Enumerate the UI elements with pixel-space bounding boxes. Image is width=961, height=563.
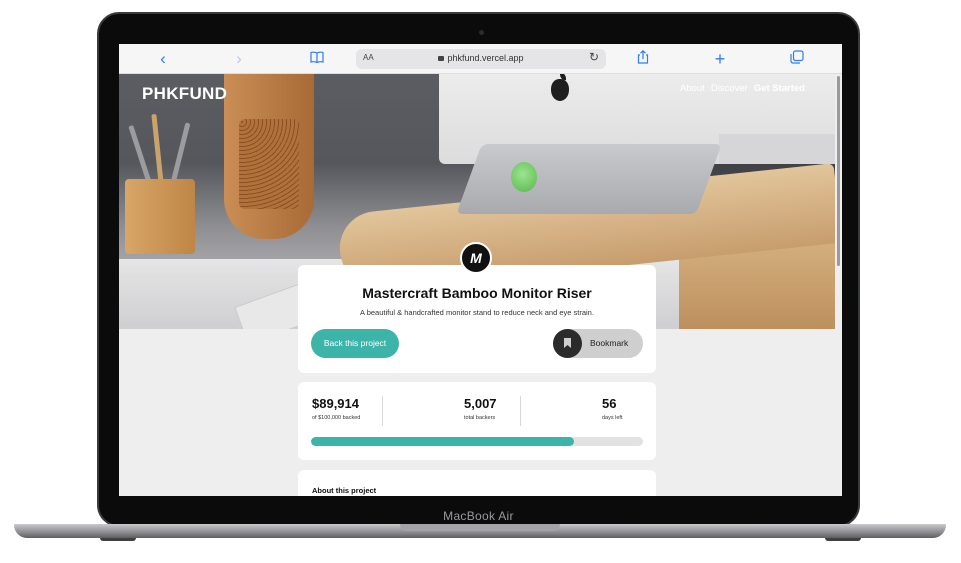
back-project-button[interactable]: Back this project [311,329,399,358]
page-scrollbar[interactable] [837,76,840,266]
reload-icon[interactable]: ↻ [589,50,599,64]
stat-backers-label: total backers [464,415,496,421]
bookmark-button[interactable]: Bookmark [553,329,643,358]
device-model-label: MacBook Air [443,509,514,523]
book-icon[interactable] [307,49,327,69]
stat-days-label: days left [602,415,623,421]
hero-pencil-cup [125,179,195,254]
main-nav: About Discover Get Started [680,83,805,94]
camera-icon [479,30,484,35]
laptop-notch [400,524,560,531]
new-tab-icon[interactable]: + [710,49,730,69]
apple-logo-icon [551,79,569,101]
project-logo: M [460,242,492,274]
hero-speaker-mesh [239,119,299,209]
laptop-lid: ‹ › AA phkfund.vercel.app ↻ + PHKFUND Ab… [97,12,860,527]
project-card: Mastercraft Bamboo Monitor Riser A beaut… [298,265,656,373]
project-description: A beautiful & handcrafted monitor stand … [360,308,594,317]
address-bar[interactable]: AA phkfund.vercel.app ↻ [356,49,606,69]
stat-backed: $89,914 of $100,000 backed [312,396,360,421]
share-icon[interactable] [633,49,653,69]
nav-about[interactable]: About [680,83,705,94]
stage: ‹ › AA phkfund.vercel.app ↻ + PHKFUND Ab… [0,0,961,563]
back-icon[interactable]: ‹ [156,49,170,69]
project-title: Mastercraft Bamboo Monitor Riser [362,285,592,301]
about-title: About this project [312,486,377,495]
stat-days-value: 56 [602,396,617,411]
stat-divider [520,396,521,426]
bookmark-icon-circle [553,329,582,358]
nav-get-started[interactable]: Get Started [754,83,805,94]
laptop-screen: ‹ › AA phkfund.vercel.app ↻ + PHKFUND Ab… [119,44,842,496]
stat-divider [382,396,383,426]
forward-icon[interactable]: › [232,49,246,69]
browser-toolbar: ‹ › AA phkfund.vercel.app ↻ + [119,44,842,74]
stats-card: $89,914 of $100,000 backed 5,007 total b… [298,382,656,460]
laptop-foot [100,538,136,541]
brand-logo[interactable]: PHKFUND [142,84,227,104]
stat-backers: 5,007 total backers [464,396,497,421]
stat-days: 56 days left [602,396,622,421]
funding-progress-bar [311,437,643,446]
web-page: PHKFUND About Discover Get Started Maste… [119,74,842,496]
hero-imac-chin [719,134,835,164]
bookmark-label: Bookmark [590,338,629,348]
url-text: phkfund.vercel.app [447,53,524,63]
about-card: About this project [298,470,656,496]
stat-backed-value: $89,914 [312,396,359,411]
bookmark-icon [564,338,571,348]
nav-discover[interactable]: Discover [711,83,748,94]
hero-imac-stand [456,144,722,214]
stat-backers-value: 5,007 [464,396,497,411]
lock-icon [438,56,445,61]
stat-backed-label: of $100,000 backed [312,415,361,421]
funding-progress-fill [311,437,574,446]
url-display: phkfund.vercel.app [356,53,606,63]
laptop-foot [825,538,861,541]
hero-toy [511,162,537,192]
hero-pencil [151,113,164,185]
tabs-icon[interactable] [787,49,807,69]
